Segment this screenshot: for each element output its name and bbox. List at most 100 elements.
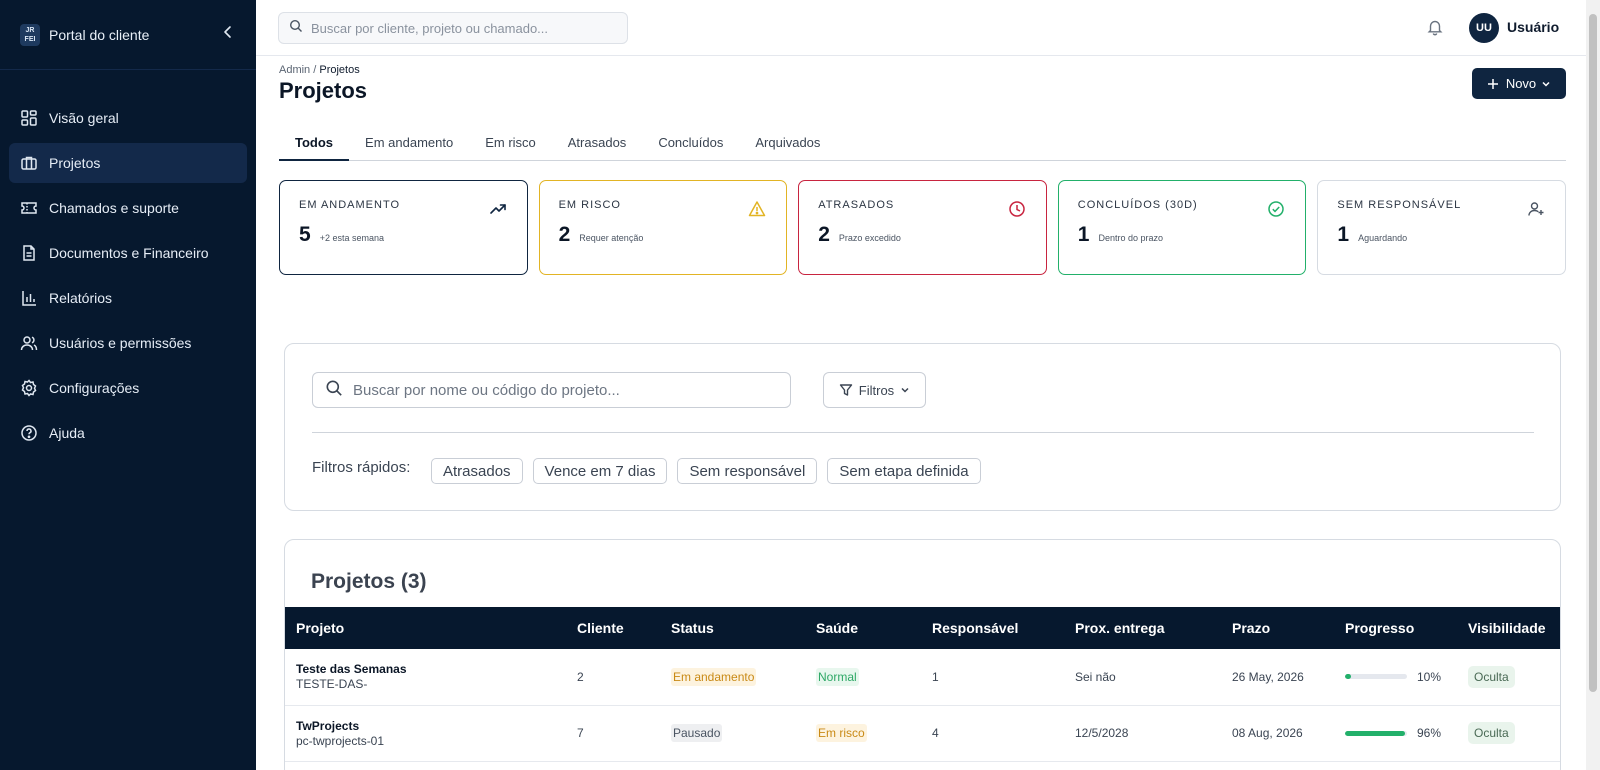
- topbar: UU Usuário: [256, 0, 1586, 56]
- page-scrollbar[interactable]: [1586, 0, 1600, 770]
- col-saude[interactable]: Saúde: [805, 607, 921, 649]
- warning-icon: [748, 200, 766, 218]
- tab-atrasados[interactable]: Atrasados: [552, 127, 643, 161]
- progress-fill: [1345, 674, 1352, 680]
- collapse-sidebar-icon[interactable]: [220, 24, 236, 45]
- project-owner: 4: [932, 726, 939, 740]
- quick-filters-label: Filtros rápidos:: [312, 459, 411, 476]
- document-icon: [20, 244, 38, 262]
- stat-card-value: 5: [299, 223, 311, 246]
- chip-sem-etapa[interactable]: Sem etapa definida: [827, 458, 981, 484]
- stat-card-label: EM ANDAMENTO: [299, 199, 401, 211]
- filters-button-label: Filtros: [858, 382, 895, 398]
- stat-cards: EM ANDAMENTO 5 +2 esta semana EM RISCO 2R…: [279, 180, 1566, 275]
- visibility-badge: Oculta: [1468, 722, 1515, 744]
- sidebar-item-relatorios[interactable]: Relatórios: [9, 278, 247, 318]
- username[interactable]: Usuário: [1507, 19, 1559, 35]
- stat-card-value: 1: [1077, 223, 1090, 246]
- col-cliente[interactable]: Cliente: [566, 607, 660, 649]
- progress-fill: [1345, 730, 1405, 736]
- project-deadline: 26 May, 2026: [1232, 669, 1304, 684]
- sidebar-item-projetos[interactable]: Projetos: [9, 143, 247, 183]
- stat-card-value: 2: [818, 223, 830, 246]
- chevron-down-icon: [1541, 79, 1551, 89]
- page-title: Projetos: [279, 78, 368, 103]
- progress-track: [1345, 674, 1407, 680]
- breadcrumb-root[interactable]: Admin: [279, 64, 310, 76]
- progress: 96%: [1345, 726, 1457, 740]
- user-plus-icon: [1527, 200, 1545, 218]
- col-prox-entrega[interactable]: Prox. entrega: [1064, 607, 1221, 649]
- sidebar-nav: Visão geral Projetos Chamados e suporte …: [9, 98, 247, 458]
- new-button[interactable]: Novo: [1472, 68, 1566, 99]
- stat-card-label: ATRASADOS: [818, 199, 895, 211]
- scrollbar-thumb[interactable]: [1589, 14, 1597, 692]
- tabs: Todos Em andamento Em risco Atrasados Co…: [279, 127, 1566, 161]
- breadcrumb: Admin / Projetos: [279, 64, 360, 76]
- tab-arquivados[interactable]: Arquivados: [739, 127, 836, 161]
- tab-em-andamento[interactable]: Em andamento: [349, 127, 469, 161]
- help-icon: [20, 424, 38, 442]
- tab-todos[interactable]: Todos: [279, 127, 350, 161]
- project-name[interactable]: TwProjects: [296, 719, 566, 733]
- brand-name: Portal do cliente: [49, 26, 150, 43]
- project-client: 2: [577, 669, 584, 684]
- global-search-input[interactable]: [311, 20, 611, 36]
- sidebar-item-label: Visão geral: [49, 110, 119, 126]
- sidebar: JR FEI Portal do cliente Visão geral Proj…: [0, 0, 256, 770]
- project-next-delivery: 12/5/2028: [1075, 726, 1129, 740]
- project-next-delivery: Sei não: [1075, 669, 1116, 684]
- sidebar-item-documentos[interactable]: Documentos e Financeiro: [9, 233, 247, 273]
- project-deadline: 08 Aug, 2026: [1232, 726, 1303, 740]
- stat-card-sem-responsavel[interactable]: SEM RESPONSÁVEL 1 Aguardando: [1317, 180, 1566, 275]
- col-responsavel[interactable]: Responsável: [921, 607, 1064, 649]
- project-code: pc-twprojects-01: [296, 733, 385, 748]
- tab-concluidos[interactable]: Concluídos: [642, 127, 739, 161]
- bell-icon[interactable]: [1426, 18, 1444, 36]
- tab-em-risco[interactable]: Em risco: [469, 127, 552, 161]
- visibility-badge: Oculta: [1468, 665, 1515, 688]
- chip-sem-responsavel[interactable]: Sem responsável: [677, 458, 818, 484]
- global-search[interactable]: [278, 12, 628, 44]
- project-search[interactable]: [312, 372, 791, 408]
- sidebar-item-usuarios[interactable]: Usuários e permissões: [9, 323, 247, 363]
- sidebar-item-label: Projetos: [49, 155, 101, 171]
- chip-atrasados[interactable]: Atrasados: [431, 458, 523, 484]
- table-row[interactable]: Teste das Semanas TESTE-DAS- 2 Em andamen…: [285, 649, 1560, 705]
- stat-card-concluidos[interactable]: CONCLUÍDOS (30D) 1 Dentro do prazo: [1057, 180, 1307, 275]
- health-badge: Normal: [816, 667, 859, 686]
- stat-card-value: 1: [1337, 223, 1350, 246]
- sidebar-item-chamados[interactable]: Chamados e suporte: [9, 188, 247, 228]
- avatar[interactable]: UU: [1469, 13, 1499, 43]
- stat-card-em-risco[interactable]: EM RISCO 2 Requer atenção: [538, 180, 788, 275]
- project-client: 7: [577, 726, 584, 740]
- projects-table: Projeto Cliente Status Saúde Responsável…: [285, 607, 1560, 762]
- sidebar-item-label: Documentos e Financeiro: [49, 245, 209, 261]
- col-prazo[interactable]: Prazo: [1221, 607, 1334, 649]
- stat-card-em-andamento[interactable]: EM ANDAMENTO 5 +2 esta semana: [279, 180, 528, 275]
- clock-icon: [1008, 200, 1026, 218]
- filter-panel: Filtros Filtros rápidos: Atrasados Vence…: [284, 343, 1561, 511]
- projects-table-panel: Projetos (3) Projeto Cliente Status Saúd…: [284, 539, 1561, 770]
- stat-card-label: EM RISCO: [558, 199, 621, 211]
- sidebar-item-ajuda[interactable]: Ajuda: [9, 413, 247, 453]
- col-progresso[interactable]: Progresso: [1334, 607, 1457, 649]
- bar-chart-icon: [20, 289, 38, 307]
- stat-card-sub: Dentro do prazo: [1098, 233, 1164, 243]
- project-name[interactable]: Teste das Semanas: [296, 662, 566, 676]
- table-row[interactable]: TwProjects pc-twprojects-01 7 Pausado Em …: [285, 705, 1560, 761]
- filters-button[interactable]: Filtros: [823, 372, 926, 408]
- stat-card-atrasados[interactable]: ATRASADOS 2 Prazo excedido: [798, 180, 1047, 275]
- sidebar-item-visao-geral[interactable]: Visão geral: [9, 98, 247, 138]
- col-status[interactable]: Status: [660, 607, 805, 649]
- chip-vence-7-dias[interactable]: Vence em 7 dias: [532, 458, 668, 484]
- project-search-input[interactable]: [353, 381, 773, 399]
- sidebar-item-configuracoes[interactable]: Configurações: [9, 368, 247, 408]
- progress: 10%: [1345, 670, 1457, 684]
- brand: JR FEI Portal do cliente: [0, 0, 256, 70]
- breadcrumb-current: Projetos: [319, 64, 360, 76]
- col-visibilidade[interactable]: Visibilidade: [1457, 607, 1560, 649]
- progress-track: [1345, 730, 1407, 736]
- col-projeto[interactable]: Projeto: [285, 607, 566, 649]
- stat-card-sub: Aguardando: [1358, 233, 1408, 243]
